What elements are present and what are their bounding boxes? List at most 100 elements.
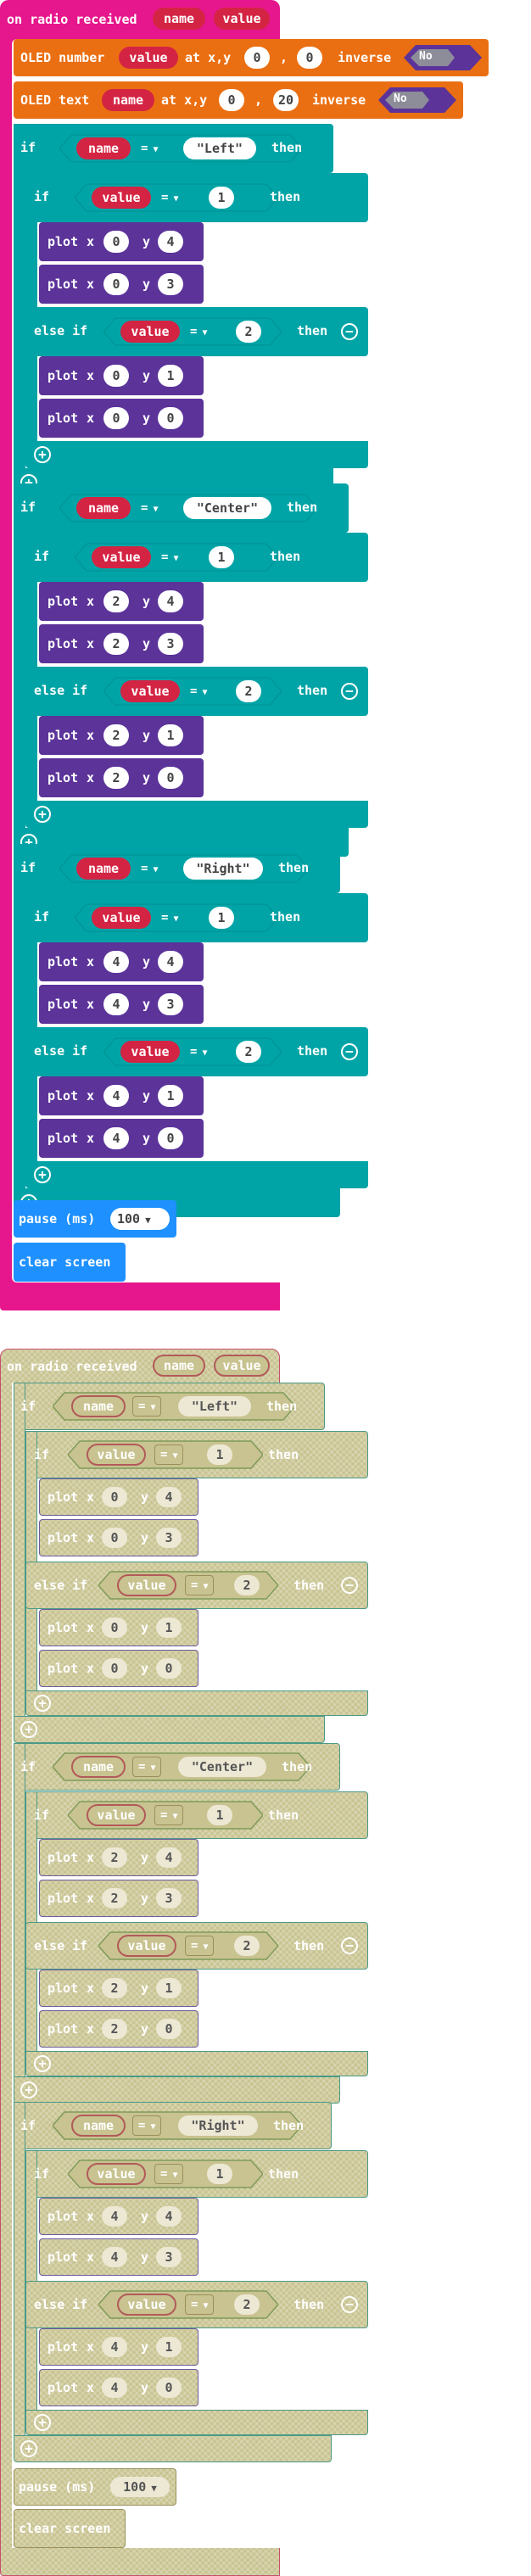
plot-y-value[interactable]: 0 xyxy=(156,1658,182,1679)
inner-if-op-dropdown[interactable]: = ▼ xyxy=(156,908,183,928)
oled-number-toggle[interactable]: No xyxy=(404,45,482,70)
plot-y-value[interactable]: 4 xyxy=(156,1487,182,1507)
oled-text-toggle[interactable]: No xyxy=(378,87,456,113)
minus-circle-icon[interactable]: − xyxy=(341,323,358,340)
if-op-dropdown[interactable]: = ▼ xyxy=(132,1396,162,1417)
inner-if-op-dropdown[interactable]: = ▼ xyxy=(156,547,183,567)
inner-if-var[interactable]: value xyxy=(87,2163,146,2185)
else-if-value[interactable]: 2 xyxy=(234,1575,260,1595)
plus-circle-icon[interactable]: + xyxy=(34,806,51,823)
inner-if-var[interactable]: value xyxy=(92,907,151,929)
inner-if-op-dropdown[interactable]: = ▼ xyxy=(154,1444,184,1465)
if-op-dropdown[interactable]: = ▼ xyxy=(136,498,163,518)
plot-x-value[interactable]: 2 xyxy=(103,767,129,789)
plot-x-value[interactable]: 2 xyxy=(102,1847,127,1868)
minus-circle-icon[interactable]: − xyxy=(341,683,358,700)
if-condition-var[interactable]: name xyxy=(76,858,131,880)
if-string[interactable]: "Center" xyxy=(183,497,271,519)
if-op-dropdown[interactable]: = ▼ xyxy=(136,138,163,159)
minus-circle-icon[interactable]: − xyxy=(341,1937,358,1954)
oled-text-var[interactable]: name xyxy=(102,89,154,111)
plot-y-value[interactable]: 3 xyxy=(156,1888,182,1908)
plot-x-value[interactable]: 0 xyxy=(102,1528,127,1548)
pause-value-dropdown[interactable]: 100 ▼ xyxy=(110,2477,170,2497)
plot-y-value[interactable]: 3 xyxy=(158,273,183,295)
if-op-dropdown[interactable]: = ▼ xyxy=(132,2115,162,2136)
plot-x-value[interactable]: 4 xyxy=(103,1085,129,1107)
minus-circle-icon[interactable]: − xyxy=(341,1043,358,1060)
plot-y-value[interactable]: 1 xyxy=(158,1085,183,1107)
plot-y-value[interactable]: 1 xyxy=(158,724,183,746)
plot-y-value[interactable]: 4 xyxy=(156,2206,182,2227)
oled-number-x[interactable]: 0 xyxy=(244,47,270,69)
plot-y-value[interactable]: 1 xyxy=(156,1618,182,1638)
else-if-op-dropdown[interactable]: = ▼ xyxy=(185,681,212,701)
plot-x-value[interactable]: 4 xyxy=(102,2247,127,2267)
inner-if-value[interactable]: 1 xyxy=(207,2164,232,2184)
else-if-value[interactable]: 2 xyxy=(236,321,261,343)
inner-if-op-dropdown[interactable]: = ▼ xyxy=(156,187,183,208)
oled-text-x[interactable]: 0 xyxy=(219,89,244,111)
if-string[interactable]: "Center" xyxy=(178,1757,266,1777)
plot-x-value[interactable]: 0 xyxy=(103,365,129,387)
plot-y-value[interactable]: 1 xyxy=(156,2337,182,2357)
plot-x-value[interactable]: 2 xyxy=(102,2019,127,2039)
plot-x-value[interactable]: 2 xyxy=(102,1978,127,1998)
plot-y-value[interactable]: 0 xyxy=(158,407,183,429)
else-if-op-dropdown[interactable]: = ▼ xyxy=(185,321,212,342)
plot-x-value[interactable]: 2 xyxy=(103,633,129,655)
plot-x-value[interactable]: 2 xyxy=(102,1888,127,1908)
if-op-dropdown[interactable]: = ▼ xyxy=(132,1757,162,1777)
plot-y-value[interactable]: 4 xyxy=(158,231,183,253)
if-string[interactable]: "Right" xyxy=(178,2115,258,2136)
plot-y-value[interactable]: 3 xyxy=(158,993,183,1015)
oled-text-y[interactable]: 20 xyxy=(273,89,299,111)
else-if-var[interactable]: value xyxy=(117,2294,176,2316)
inner-if-value[interactable]: 1 xyxy=(209,187,234,209)
minus-circle-icon[interactable]: − xyxy=(341,1577,358,1594)
plot-y-value[interactable]: 0 xyxy=(158,767,183,789)
else-if-value[interactable]: 2 xyxy=(236,1041,261,1063)
plus-circle-icon[interactable]: + xyxy=(34,1695,51,1712)
if-op-dropdown[interactable]: = ▼ xyxy=(136,858,163,879)
oled-number-y[interactable]: 0 xyxy=(297,47,322,69)
plot-x-value[interactable]: 0 xyxy=(102,1487,127,1507)
plot-x-value[interactable]: 0 xyxy=(102,1658,127,1679)
plot-x-value[interactable]: 2 xyxy=(103,590,129,612)
inner-if-value[interactable]: 1 xyxy=(207,1444,232,1465)
else-if-var[interactable]: value xyxy=(117,1574,176,1596)
inner-if-value[interactable]: 1 xyxy=(209,546,234,568)
inner-if-var[interactable]: value xyxy=(92,546,151,568)
else-if-var[interactable]: value xyxy=(117,1935,176,1957)
plus-circle-icon[interactable]: + xyxy=(34,1166,51,1183)
plot-y-value[interactable]: 0 xyxy=(158,1127,183,1149)
plot-x-value[interactable]: 4 xyxy=(103,1127,129,1149)
inner-if-var[interactable]: value xyxy=(87,1444,146,1466)
inner-if-op-dropdown[interactable]: = ▼ xyxy=(154,1805,184,1825)
if-condition-var[interactable]: name xyxy=(71,1395,126,1417)
else-if-op-dropdown[interactable]: = ▼ xyxy=(185,1575,215,1595)
if-string[interactable]: "Left" xyxy=(183,137,256,159)
pause-value-dropdown[interactable]: 100 ▼ xyxy=(110,1208,170,1230)
if-condition-var[interactable]: name xyxy=(71,1756,126,1778)
inner-if-var[interactable]: value xyxy=(92,187,151,209)
plot-x-value[interactable]: 0 xyxy=(103,407,129,429)
inner-if-value[interactable]: 1 xyxy=(209,907,234,929)
plot-y-value[interactable]: 0 xyxy=(156,2019,182,2039)
else-if-op-dropdown[interactable]: = ▼ xyxy=(185,1936,215,1956)
plot-y-value[interactable]: 3 xyxy=(158,633,183,655)
plot-y-value[interactable]: 1 xyxy=(156,1978,182,1998)
plus-circle-icon[interactable]: + xyxy=(34,2055,51,2072)
inner-if-op-dropdown[interactable]: = ▼ xyxy=(154,2164,184,2184)
if-string[interactable]: "Right" xyxy=(183,858,263,880)
else-if-var[interactable]: value xyxy=(120,680,180,702)
plot-x-value[interactable]: 0 xyxy=(103,273,129,295)
plot-x-value[interactable]: 0 xyxy=(102,1618,127,1638)
param-name[interactable]: name xyxy=(153,8,205,30)
param-value[interactable]: value xyxy=(214,8,270,30)
minus-circle-icon[interactable]: − xyxy=(341,2296,358,2313)
param-value[interactable]: value xyxy=(214,1355,270,1377)
else-if-value[interactable]: 2 xyxy=(234,1936,260,1956)
plot-y-value[interactable]: 4 xyxy=(158,590,183,612)
if-condition-var[interactable]: name xyxy=(76,497,131,519)
